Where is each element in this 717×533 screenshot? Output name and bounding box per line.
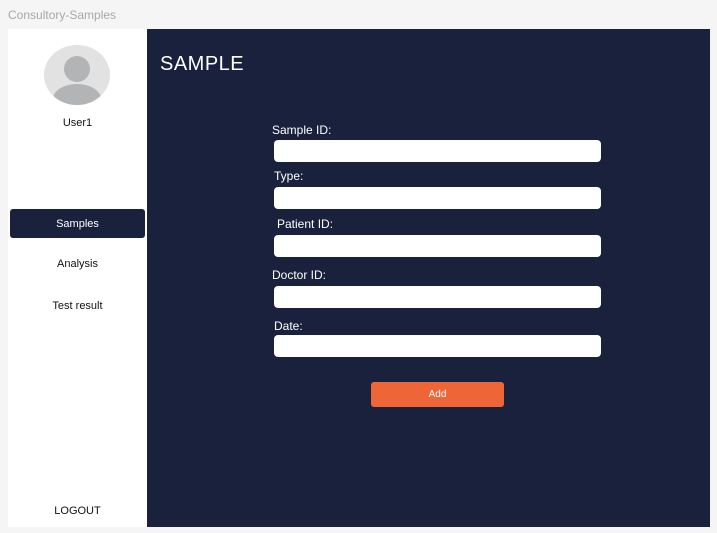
doctor-id-input[interactable] (274, 286, 601, 308)
type-input[interactable] (274, 187, 601, 209)
window-title: Consultory-Samples (8, 8, 117, 22)
sample-id-input[interactable] (274, 140, 601, 162)
avatar-head (64, 56, 90, 82)
logout-button[interactable]: LOGOUT (8, 505, 147, 517)
date-label: Date: (274, 319, 303, 333)
patient-id-input[interactable] (274, 235, 601, 257)
sidebar-item-samples[interactable]: Samples (10, 209, 145, 238)
sidebar-item-label: Samples (56, 217, 99, 230)
sidebar-item-analysis[interactable]: Analysis (10, 249, 145, 278)
date-input[interactable] (274, 335, 601, 357)
avatar-body (53, 84, 101, 105)
type-label: Type: (274, 169, 304, 183)
doctor-id-label: Doctor ID: (272, 268, 327, 282)
page-title: SAMPLE (160, 53, 245, 75)
sample-id-label: Sample ID: (272, 123, 332, 137)
sidebar-item-label: Test result (52, 299, 103, 312)
main-panel: SAMPLE Sample ID: Type: Patient ID: Doct… (147, 29, 710, 527)
sidebar-item-test-result[interactable]: Test result (10, 291, 145, 320)
sidebar-item-label: Analysis (57, 257, 98, 270)
user-avatar-icon (44, 45, 110, 105)
add-button[interactable]: Add (371, 382, 504, 407)
patient-id-label: Patient ID: (277, 217, 334, 231)
username-label: User1 (62, 117, 93, 129)
sidebar: User1 Samples Analysis Test result LOGOU… (8, 29, 147, 527)
